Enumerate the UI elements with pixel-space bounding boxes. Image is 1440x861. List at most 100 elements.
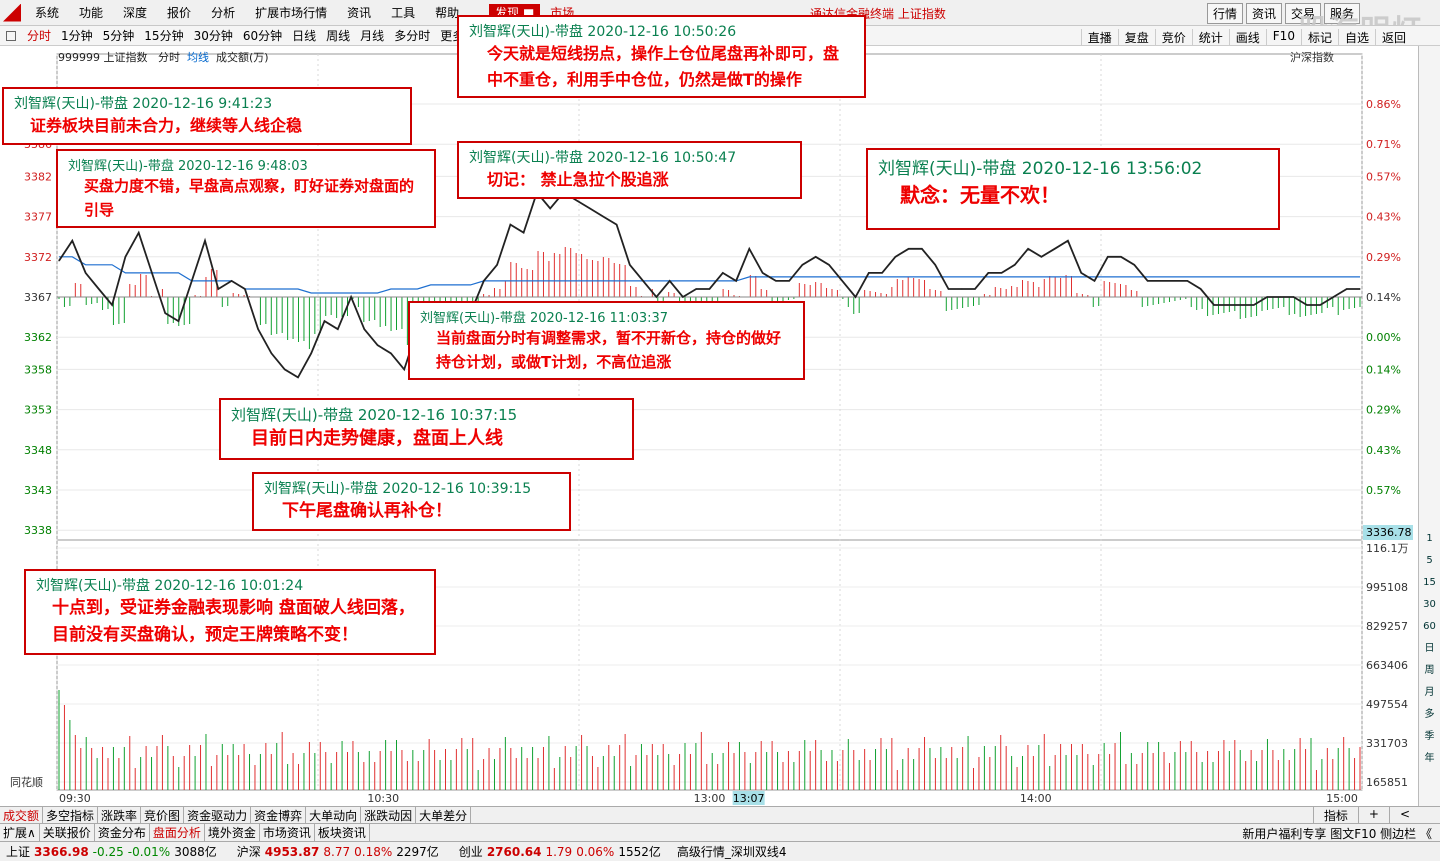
tab-related-quote[interactable]: 关联报价 [40,824,95,841]
checkbox-icon[interactable] [6,30,16,41]
mark-button[interactable]: 标记 [1300,29,1338,45]
menu-item-ext-market[interactable]: 扩展市场行情 [245,4,337,21]
price-point [669,280,671,282]
sidebar-item-multi[interactable]: 多 [1419,704,1440,726]
sidebar-item-day[interactable]: 日 [1419,638,1440,660]
menu-item-news[interactable]: 资讯 [337,4,381,21]
tab-move-cause[interactable]: 涨跌动因 [361,807,417,823]
f10-button[interactable]: F10 [1265,29,1301,45]
tab-long-short[interactable]: 多空指标 [43,807,99,823]
tab-expand[interactable]: 扩展∧ [0,824,40,841]
period-30min[interactable]: 30分钟 [189,27,238,44]
menu-item-depth[interactable]: 深度 [113,4,157,21]
tab-market-news[interactable]: 市场资讯 [260,824,315,841]
tab-foreign-fund[interactable]: 境外资金 [205,824,260,841]
sidebar-item-30[interactable]: 30 [1419,594,1440,616]
price-point [204,240,206,242]
annotation-text: 默念：无量不欢！ [900,183,1060,207]
period-1min[interactable]: 1分钟 [56,27,98,44]
price-point [1001,272,1003,274]
vol-tick-label: 829257 [1366,620,1408,633]
menu-item-function[interactable]: 功能 [69,4,113,21]
back-button[interactable]: 返回 [1374,29,1412,45]
tab-market-analysis[interactable]: 盘面分析 [150,824,205,841]
live-button[interactable]: 直播 [1080,29,1118,45]
period-15min[interactable]: 15分钟 [139,27,188,44]
price-point [284,368,286,370]
period-month[interactable]: 月线 [355,27,389,44]
price-point [642,280,644,282]
add-indicator-button[interactable]: + [1357,807,1389,823]
cy-index-pct: 0.06% [576,844,615,859]
price-point [85,272,87,274]
price-point [655,296,658,298]
app-logo-icon [3,3,21,22]
sidebar-item-week[interactable]: 周 [1419,660,1440,682]
hs-index-name[interactable]: 沪深 [237,843,261,860]
tab-adv-decline[interactable]: 涨跌率 [98,807,142,823]
replay-button[interactable]: 复盘 [1117,29,1155,45]
sh-index-change: -0.25 [92,844,124,859]
sidebar-item-1[interactable]: 1 [1419,528,1440,550]
sidebar-item-5[interactable]: 5 [1419,550,1440,572]
period-60min[interactable]: 60分钟 [238,27,287,44]
collapse-button[interactable]: < [1388,807,1420,823]
tab-big-order-diff[interactable]: 大单差分 [416,807,472,823]
price-point [961,288,963,290]
price-point [58,260,60,262]
quote-tab[interactable]: 行情 [1206,3,1243,24]
period-week[interactable]: 周线 [321,27,355,44]
annotation-text: 买盘力度不错，早盘高点观察，盯好证券对盘面的引导 [84,177,415,219]
cursor-time-label: 13:07 [733,792,765,805]
price-point [1093,280,1096,282]
sidebar-item-year[interactable]: 年 [1419,748,1440,770]
panel-tabs: 扩展∧ 关联报价 资金分布 盘面分析 境外资金 市场资讯 板块资讯 新用户福利专… [0,823,1440,841]
volume-unit-label: 成交额(万) [216,51,269,64]
tab-fund-drive[interactable]: 资金驱动力 [184,807,252,823]
auction-button[interactable]: 竞价 [1154,29,1192,45]
menu-item-analysis[interactable]: 分析 [201,4,245,21]
tab-auction-chart[interactable]: 竞价图 [141,807,185,823]
period-fenshi[interactable]: 分时 [22,27,56,44]
menu-item-system[interactable]: 系统 [25,4,69,21]
price-point [1346,288,1348,290]
y-tick-label: 3362 [24,331,52,344]
price-point [270,352,272,354]
annotation-6: 刘智辉(天山)-带盘 2020-12-16 11:03:37 当前盘面分时有调整… [408,301,805,380]
period-5min[interactable]: 5分钟 [98,27,140,44]
period-day[interactable]: 日线 [287,27,321,44]
price-point [1027,248,1029,250]
tab-sector-news[interactable]: 板块资讯 [315,824,370,841]
stats-button[interactable]: 统计 [1191,29,1229,45]
price-point [1266,296,1268,298]
tab-fund-game[interactable]: 资金博弈 [251,807,307,823]
draw-button[interactable]: 画线 [1228,29,1266,45]
price-point [257,328,259,330]
price-point [1319,304,1321,306]
cy-index-name[interactable]: 创业 [459,843,483,860]
price-point [1306,304,1308,306]
tab-big-order[interactable]: 大单动向 [306,807,362,823]
server-status[interactable]: 高级行情_深圳双线4 [677,843,787,860]
news-tab[interactable]: 资讯 [1245,3,1282,24]
price-point [1107,256,1109,258]
sidebar-item-60[interactable]: 60 [1419,616,1440,638]
panel-right-links[interactable]: 新用户福利专享 图文F10 侧边栏 《 [1242,825,1432,841]
price-point [98,288,100,290]
menu-item-quote[interactable]: 报价 [157,4,201,21]
tab-fund-dist[interactable]: 资金分布 [95,824,150,841]
sidebar-item-15[interactable]: 15 [1419,572,1440,594]
y-tick-label: 3348 [24,444,52,457]
sidebar-tool-icons [1419,46,1440,528]
sidebar-item-month[interactable]: 月 [1419,682,1440,704]
sidebar-item-quarter[interactable]: 季 [1419,726,1440,748]
menu-item-tools[interactable]: 工具 [381,4,425,21]
price-point [310,352,312,354]
annotation-header: 刘智辉(天山)-带盘 2020-12-16 11:03:37 [420,311,669,326]
sh-index-name[interactable]: 上证 [6,843,30,860]
watchlist-button[interactable]: 自选 [1337,29,1375,45]
price-point [1160,280,1162,282]
period-multi[interactable]: 多分时 [389,27,435,44]
indicator-button[interactable]: 指标 [1312,807,1358,823]
tab-turnover[interactable]: 成交额 [0,807,44,823]
